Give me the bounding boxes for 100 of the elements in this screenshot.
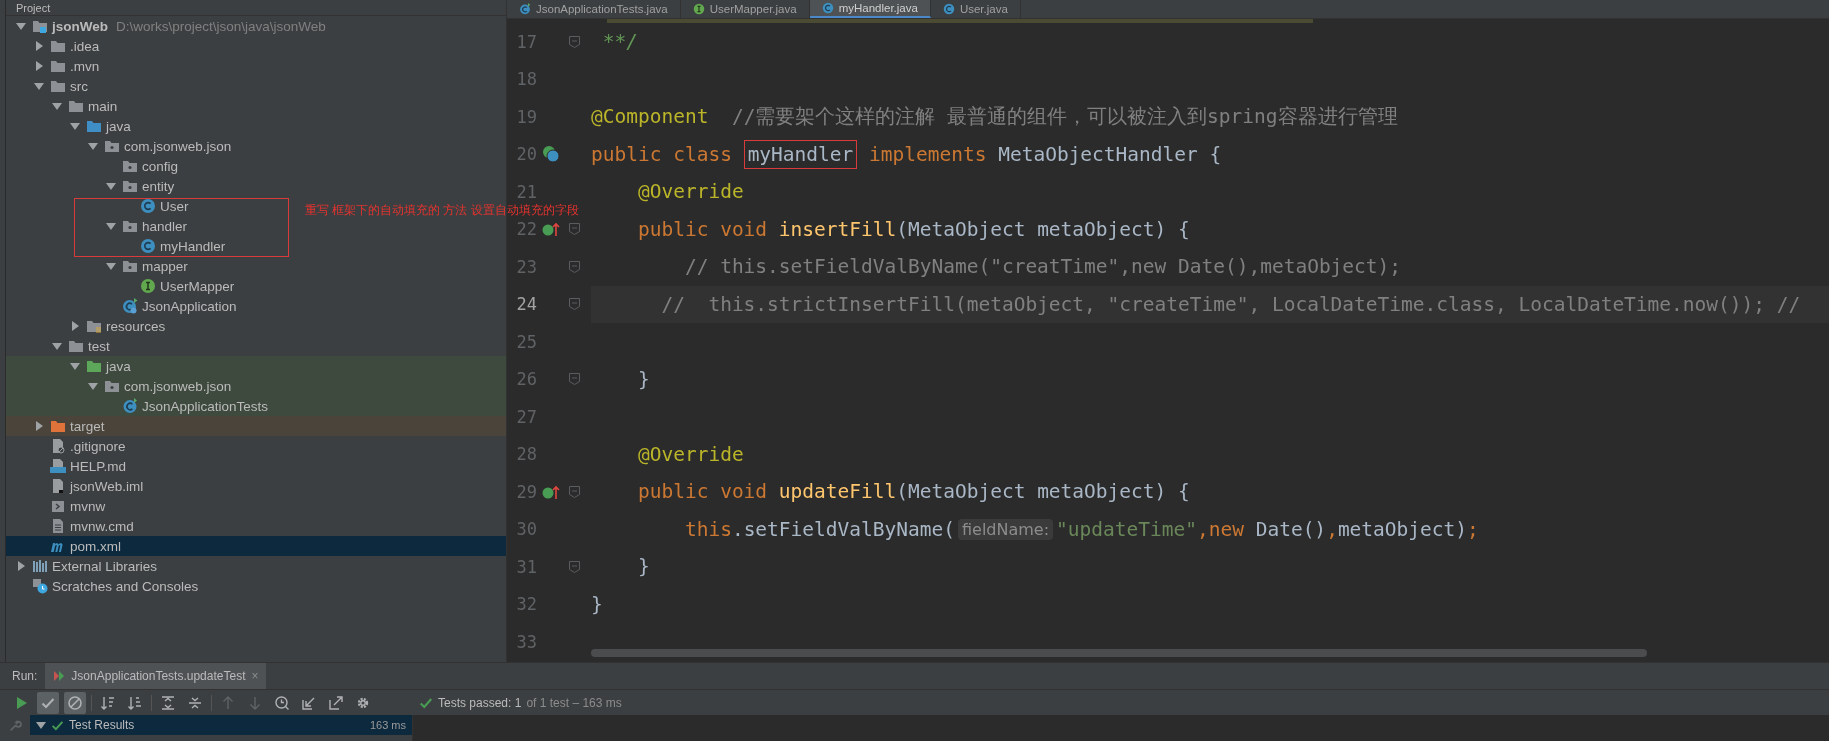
interface-icon: [692, 3, 705, 15]
test-class-icon: [519, 3, 531, 15]
down-arrow-icon: [247, 694, 263, 711]
code-text: // this.strictInsertFill(metaObject, "createTime", LocalDateTime.class, LocalDateTime.now()); //: [660, 292, 1801, 316]
tree-item[interactable]: handler: [6, 216, 188, 236]
fold-icon[interactable]: [569, 223, 580, 236]
folder-icon: [50, 418, 66, 434]
tree-item[interactable]: entity: [6, 176, 175, 196]
tree-arrow-icon[interactable]: [34, 61, 44, 71]
tree-item[interactable]: resources: [6, 316, 166, 336]
line-number: 29: [515, 481, 537, 502]
fold-icon[interactable]: [569, 373, 580, 386]
annotation-text: 重写 框架下的自动填充的 方法 设置自动填充的字段: [305, 203, 579, 218]
folder-icon: [50, 38, 66, 54]
test-run-icon: [53, 670, 66, 682]
tree-item[interactable]: .idea: [6, 36, 100, 56]
tree-item[interactable]: config: [6, 156, 179, 176]
tree-item[interactable]: JsonApplicationTests: [6, 396, 506, 416]
module-file-icon: [50, 478, 66, 494]
line-number: 25: [515, 331, 537, 352]
editor-tab[interactable]: UserMapper.java: [680, 0, 810, 18]
toolbar-button[interactable]: [64, 691, 86, 714]
tree-item[interactable]: test: [6, 336, 110, 356]
override-icon[interactable]: [542, 221, 560, 238]
fold-icon[interactable]: [569, 298, 580, 311]
tree-item[interactable]: pom.xml: [6, 536, 506, 556]
project-path: D:\works\project\json\java\jsonWeb: [116, 18, 326, 34]
fold-icon[interactable]: [569, 35, 580, 48]
tree-item[interactable]: com.jsonweb.json: [6, 376, 506, 396]
tree-arrow-icon[interactable]: [88, 141, 98, 151]
collapse-all-icon: [187, 694, 203, 711]
code-text: @Component //需要架个这样的注解 最普通的组件，可以被注入到spring容器进行管理: [591, 104, 1398, 131]
tree-arrow-icon[interactable]: [106, 221, 116, 231]
tree-item[interactable]: mvnw.cmd: [6, 516, 134, 536]
scratches-icon: [32, 578, 48, 594]
tree-item[interactable]: mapper: [6, 256, 188, 276]
tree-arrow-icon[interactable]: [16, 561, 26, 571]
tree-item[interactable]: jsonWeb D:\works\project\json\java\jsonWeb: [6, 16, 326, 36]
tree-arrow-icon[interactable]: [34, 81, 44, 91]
package-icon: [122, 158, 138, 174]
run-tab[interactable]: JsonApplicationTests.updateTest ×: [45, 663, 267, 689]
scrollbar-thumb[interactable]: [591, 649, 1647, 657]
panel-title: Project: [16, 1, 51, 14]
folder-icon: [50, 78, 66, 94]
fold-icon[interactable]: [569, 260, 580, 273]
tree-item[interactable]: java: [6, 356, 506, 376]
class-icon: [942, 3, 955, 15]
tree-arrow-icon[interactable]: [16, 21, 26, 31]
tree-item[interactable]: .gitignore: [6, 436, 126, 456]
tree-arrow-icon[interactable]: [70, 321, 80, 331]
tree-arrow-icon[interactable]: [52, 341, 62, 351]
tree-arrow-icon[interactable]: [70, 121, 80, 131]
code-text: implements MetaObjectHandler {: [868, 142, 1222, 166]
override-icon[interactable]: [542, 483, 560, 500]
tree-item[interactable]: java: [6, 116, 131, 136]
line-number: 33: [515, 631, 537, 652]
tree-item[interactable]: UserMapper: [6, 276, 235, 296]
status-text: Tests passed: 1: [438, 695, 522, 710]
implemented-icon[interactable]: [542, 145, 560, 164]
folder-icon: [86, 358, 102, 374]
test-results-item[interactable]: Test Results 163 ms: [30, 715, 412, 735]
tree-item[interactable]: src: [6, 76, 88, 96]
code-text: public void updateFill(MetaObject metaObject) {: [636, 480, 1190, 504]
tree-arrow-icon[interactable]: [36, 720, 46, 730]
tree-item[interactable]: target: [6, 416, 506, 436]
line-number: 19: [515, 106, 537, 127]
export-icon: [328, 694, 344, 711]
ignore-file-icon: [50, 438, 66, 454]
sort-icon: [127, 694, 143, 711]
editor-tab[interactable]: User.java: [930, 0, 1021, 18]
tree-item[interactable]: mvnw: [6, 496, 106, 516]
tree-item[interactable]: User: [6, 196, 189, 216]
tree-item[interactable]: Scratches and Consoles: [6, 576, 199, 596]
tree-arrow-icon[interactable]: [88, 381, 98, 391]
toolbar-button[interactable]: [37, 691, 59, 714]
tree-item[interactable]: JsonApplication: [6, 296, 237, 316]
tree-item[interactable]: com.jsonweb.json: [6, 136, 232, 156]
editor-tab[interactable]: JsonApplicationTests.java: [507, 0, 681, 18]
tree-item[interactable]: External Libraries: [6, 556, 158, 576]
code-text: public void insertFill(MetaObject metaObject) {: [636, 217, 1190, 241]
sort-icon: [100, 694, 116, 711]
fold-icon[interactable]: [569, 560, 580, 573]
editor-tab[interactable]: myHandler.java: [809, 0, 931, 18]
line-number: 23: [515, 256, 537, 277]
tree-arrow-icon[interactable]: [34, 41, 44, 51]
tree-item[interactable]: jsonWeb.iml: [6, 476, 144, 496]
tree-arrow-icon[interactable]: [70, 361, 80, 371]
tree-item[interactable]: main: [6, 96, 118, 116]
tree-arrow-icon[interactable]: [106, 261, 116, 271]
tree-item[interactable]: .mvn: [6, 56, 100, 76]
tree-item[interactable]: HELP.md: [6, 456, 127, 476]
code-text: **/: [601, 30, 638, 54]
folder-icon: [86, 118, 102, 134]
script-file-icon: [50, 498, 66, 514]
tree-arrow-icon[interactable]: [52, 101, 62, 111]
interface-icon: [140, 278, 156, 294]
tree-arrow-icon[interactable]: [34, 421, 44, 431]
tree-arrow-icon[interactable]: [106, 181, 116, 191]
fold-icon[interactable]: [569, 485, 580, 498]
code-text: // this.setFieldValByName("creatTime",new Date(),metaObject);: [683, 255, 1402, 279]
